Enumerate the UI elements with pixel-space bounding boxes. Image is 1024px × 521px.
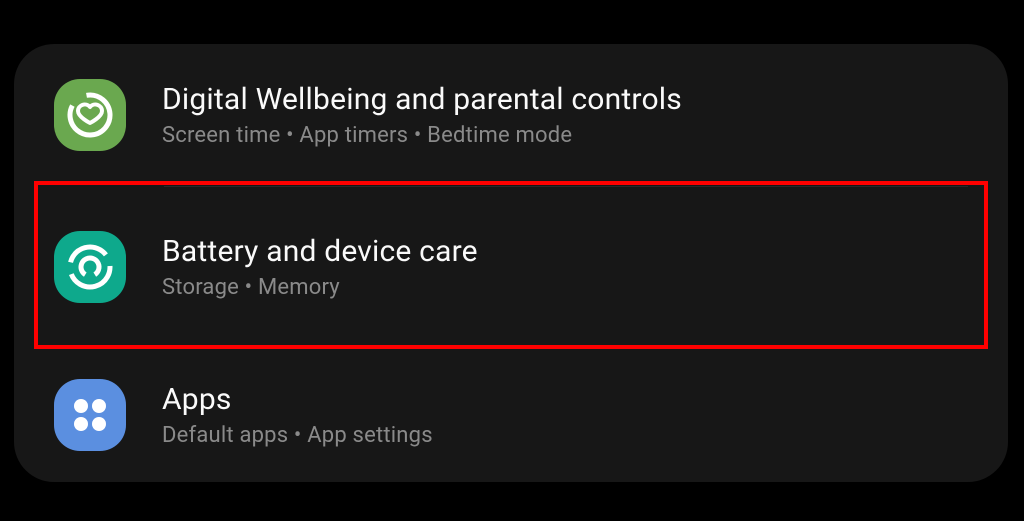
divider xyxy=(164,186,968,187)
apps-icon xyxy=(54,379,126,451)
settings-item-subtitle: Screen time • App timers • Bedtime mode xyxy=(162,123,682,148)
settings-item-subtitle: Storage • Memory xyxy=(162,275,478,300)
settings-item-title: Apps xyxy=(162,382,433,417)
settings-item-title: Battery and device care xyxy=(162,234,478,269)
settings-item-device-care[interactable]: Battery and device care Storage • Memory xyxy=(14,222,1008,312)
settings-panel: Digital Wellbeing and parental controls … xyxy=(14,44,1008,482)
device-care-icon xyxy=(54,231,126,303)
settings-item-apps[interactable]: Apps Default apps • App settings xyxy=(14,370,1008,460)
settings-item-subtitle: Default apps • App settings xyxy=(162,423,433,448)
wellbeing-icon xyxy=(54,79,126,151)
settings-item-wellbeing[interactable]: Digital Wellbeing and parental controls … xyxy=(14,70,1008,160)
settings-item-title: Digital Wellbeing and parental controls xyxy=(162,82,682,117)
